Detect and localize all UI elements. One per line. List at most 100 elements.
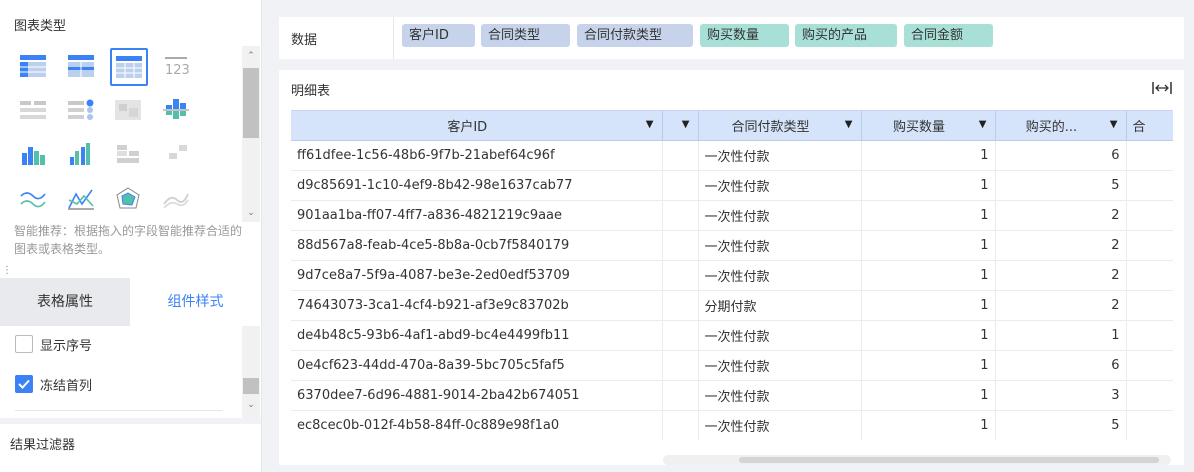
data-field-bar: 数据 客户ID 合同类型 合同付款类型 购买数量 购买的产品 合同金额 [279,17,1184,59]
trend-line-icon[interactable] [158,181,194,217]
sort-dropdown-icon[interactable]: ▼ [1110,119,1118,130]
cell-purchase-qty: 1 [861,380,996,411]
column-header-hidden[interactable]: ▼ [662,111,699,141]
bar-chart-icon[interactable] [158,92,194,128]
cell-contract-amount [1126,140,1173,171]
table-icon[interactable] [15,48,51,84]
cell-contract-amount [1126,410,1173,440]
scroll-up-icon[interactable]: ⌃ [242,49,260,63]
column-header-label: 合 [1132,119,1146,135]
chart-type-scrollbar[interactable]: ⌃ ⌄ [242,46,260,222]
table-row[interactable]: 88d567a8-feab-4ce5-8b8a-0cb7f5840179 一次性付… [291,230,1173,261]
column-header-label: 客户ID [447,119,488,135]
sort-dropdown-icon[interactable]: ▼ [979,119,987,130]
column-header-purchase-qty[interactable]: 购买数量 ▼ [861,111,996,141]
line-chart-icon[interactable] [63,181,99,217]
column-header-payment-type[interactable]: 合同付款类型 ▼ [698,111,862,141]
cell-purchased-product: 2 [995,230,1127,261]
table-row[interactable]: 901aa1ba-ff07-4ff7-a836-4821219c9aae 一次性付… [291,200,1173,231]
area-line-icon[interactable] [15,181,51,217]
sort-dropdown-icon[interactable]: ▼ [682,119,690,130]
freeze-first-column-checkbox[interactable] [15,375,33,393]
field-chip-purchase-qty[interactable]: 购买数量 [700,24,789,47]
cell-payment-type: 分期付款 [698,290,862,321]
field-chip-purchased-product[interactable]: 购买的产品 [795,24,897,47]
cross-table-icon[interactable] [63,48,99,84]
show-index-checkbox[interactable] [15,335,33,353]
sort-dropdown-icon[interactable]: ▼ [646,119,654,130]
cell-payment-type: 一次性付款 [698,230,862,261]
table-row[interactable]: ec8cec0b-012f-4b58-84ff-0c889e98f1a0 一次性付… [291,410,1173,440]
field-chip-contract-type[interactable]: 合同类型 [481,24,570,47]
cell-empty [662,170,699,201]
column-header-purchased-product[interactable]: 购买的... ▼ [995,111,1127,141]
table-row[interactable]: 74643073-3ca1-4cf4-b921-af3e9c83702b 分期付款… [291,290,1173,321]
field-chip-customer-id[interactable]: 客户ID [402,24,475,47]
cell-payment-type: 一次性付款 [698,380,862,411]
svg-text:123: 123 [165,63,189,77]
cell-purchased-product: 6 [995,140,1127,171]
table-row[interactable]: d9c85691-1c10-4ef9-8b42-98e1637cab77 一次性付… [291,170,1173,201]
table-row[interactable]: ff61dfee-1c56-48b6-9f7b-21abef64c96f 一次性付… [291,140,1173,171]
radar-chart-icon[interactable] [110,181,146,217]
table-horizontal-scrollbar[interactable] [663,455,1171,465]
scroll-down-icon[interactable]: ⌄ [242,206,260,220]
cell-customer-id: ff61dfee-1c56-48b6-9f7b-21abef64c96f [291,140,663,171]
left-panel: 图表类型 123 ⌃ ⌄ 智能推荐：根据拖入的字段智能推荐合适的图表或表格类型。… [0,0,262,472]
cell-customer-id: de4b48c5-93b6-4af1-abd9-bc4e4499fb11 [291,320,663,351]
cell-purchased-product: 5 [995,410,1127,440]
scrollbar-thumb[interactable] [243,68,259,138]
scatter-icon[interactable] [158,136,194,172]
column-header-customer-id[interactable]: 客户ID ▼ [291,111,663,141]
grouped-column-icon[interactable] [63,136,99,172]
option-show-index[interactable]: 显示序号 [15,334,92,354]
cell-purchase-qty: 1 [861,410,996,440]
stacked-bar-icon[interactable] [110,136,146,172]
cell-customer-id: 901aa1ba-ff07-4ff7-a836-4821219c9aae [291,200,663,231]
chart-type-title: 图表类型 [14,19,67,34]
option-freeze-first-column[interactable]: 冻结首列 [15,374,92,394]
detail-table-icon[interactable] [110,48,148,86]
cell-purchased-product: 2 [995,260,1127,291]
tab-table-properties[interactable]: 表格属性 [0,278,130,326]
field-chip-payment-type[interactable]: 合同付款类型 [577,24,693,47]
kpi-123-icon[interactable]: 123 [158,48,194,84]
cell-purchased-product: 2 [995,290,1127,321]
cell-customer-id: 9d7ce8a7-5f9a-4087-be3e-2ed0edf53709 [291,260,663,291]
field-chip-contract-amount[interactable]: 合同金额 [904,24,993,47]
table-options: 显示序号 冻结首列 [0,326,261,418]
cell-purchase-qty: 1 [861,260,996,291]
cell-purchased-product: 3 [995,380,1127,411]
grouped-list-icon[interactable] [63,92,99,128]
table-row[interactable]: 0e4cf623-44dd-470a-8a39-5bc705c5faf5 一次性付… [291,350,1173,381]
column-chart-icon[interactable] [15,136,51,172]
cell-contract-amount [1126,200,1173,231]
table-header-row: 客户ID ▼ ▼ 合同付款类型 ▼ 购买数量 ▼ 购买的... ▼ 合 [291,111,1173,141]
detail-table-panel: 明细表 客户ID ▼ ▼ 合同付款类型 ▼ 购买数量 ▼ 购买的... ▼ 合 ff61… [279,70,1184,465]
scrollbar-thumb[interactable] [739,457,1159,463]
filter-list-icon[interactable] [15,92,51,128]
result-filter-title: 结果过滤器 [10,438,76,453]
scroll-down-icon[interactable]: ⌄ [242,400,260,410]
divider [15,410,223,411]
cell-payment-type: 一次性付款 [698,260,862,291]
table-row[interactable]: 9d7ce8a7-5f9a-4087-be3e-2ed0edf53709 一次性付… [291,260,1173,291]
cell-contract-amount [1126,320,1173,351]
cell-purchase-qty: 1 [861,170,996,201]
column-header-contract-amount[interactable]: 合 [1126,111,1173,141]
fit-width-icon[interactable] [1152,80,1172,96]
table-row[interactable]: 6370dee7-6d96-4881-9014-2ba42b674051 一次性付… [291,380,1173,411]
cell-payment-type: 一次性付款 [698,200,862,231]
sort-dropdown-icon[interactable]: ▼ [845,119,853,130]
table-row[interactable]: de4b48c5-93b6-4af1-abd9-bc4e4499fb11 一次性付… [291,320,1173,351]
freeze-first-column-label: 冻结首列 [40,378,93,394]
image-icon[interactable] [110,92,146,128]
cell-purchased-product: 1 [995,320,1127,351]
cell-payment-type: 一次性付款 [698,320,862,351]
tab-component-style[interactable]: 组件样式 [130,278,261,326]
cell-empty [662,350,699,381]
options-scrollbar[interactable]: ⌄ [242,326,260,418]
cell-customer-id: 88d567a8-feab-4ce5-8b8a-0cb7f5840179 [291,230,663,261]
scrollbar-thumb[interactable] [243,378,259,394]
column-header-label: 购买数量 [892,119,945,135]
